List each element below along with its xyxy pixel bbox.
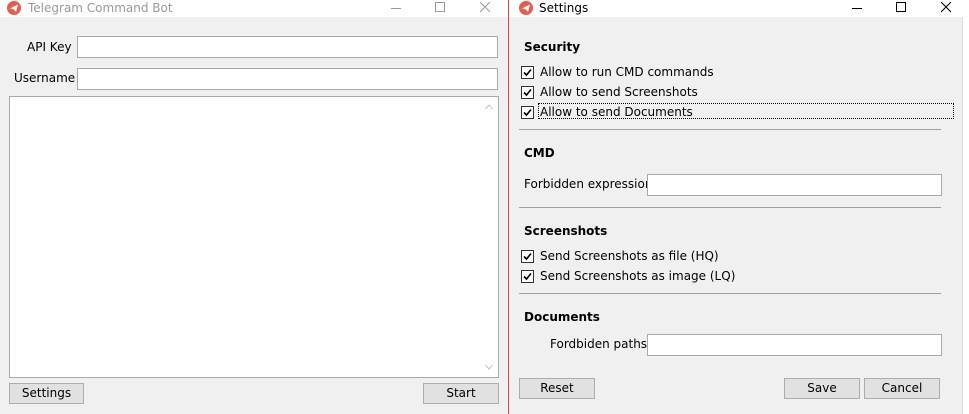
forbidden-expressions-label: Forbidden expressions: [524, 177, 659, 191]
checkmark-icon: [523, 68, 532, 77]
minimize-button[interactable]: [381, 0, 411, 17]
minimize-button[interactable]: [842, 0, 872, 17]
minimize-icon: [852, 8, 862, 9]
main-window: Telegram Command Bot API Key Username Se…: [0, 0, 508, 414]
scroll-down-icon[interactable]: [485, 364, 493, 370]
documents-heading: Documents: [524, 310, 600, 324]
close-button[interactable]: [931, 0, 961, 17]
send-screenshots-label: Allow to send Screenshots: [540, 85, 698, 99]
checkmark-icon: [523, 88, 532, 97]
checkmark-icon: [523, 108, 532, 117]
settings-titlebar[interactable]: Settings: [509, 0, 969, 17]
main-titlebar[interactable]: Telegram Command Bot: [0, 0, 508, 17]
maximize-button[interactable]: [425, 0, 455, 17]
close-icon: [941, 2, 951, 13]
telegram-icon: [519, 1, 533, 15]
settings-window-title: Settings: [539, 1, 589, 15]
checkmark-icon: [523, 252, 532, 261]
cancel-button[interactable]: Cancel: [864, 378, 940, 399]
api-key-label: API Key: [27, 40, 72, 54]
security-heading: Security: [524, 40, 581, 54]
screenshots-file-label: Send Screenshots as file (HQ): [540, 249, 719, 263]
send-documents-checkbox[interactable]: [521, 106, 534, 119]
cmd-heading: CMD: [524, 146, 555, 160]
start-button[interactable]: Start: [423, 383, 499, 404]
send-screenshots-checkbox[interactable]: [521, 86, 534, 99]
settings-scrollbar[interactable]: [962, 17, 969, 414]
close-button[interactable]: [470, 0, 500, 17]
settings-button[interactable]: Settings: [9, 383, 84, 404]
forbidden-paths-label: Fordbiden paths: [550, 337, 648, 351]
log-textarea[interactable]: [9, 96, 499, 378]
settings-window: Settings Security Allow to run CMD comma…: [508, 0, 969, 414]
reset-button[interactable]: Reset: [519, 378, 595, 399]
close-icon: [480, 2, 490, 13]
main-window-title: Telegram Command Bot: [28, 1, 173, 15]
forbidden-paths-input[interactable]: [647, 334, 942, 356]
run-cmd-label: Allow to run CMD commands: [540, 65, 714, 79]
send-documents-label: Allow to send Documents: [540, 105, 693, 119]
forbidden-expressions-input[interactable]: [647, 174, 942, 196]
username-label: Username: [14, 71, 76, 85]
run-cmd-checkbox[interactable]: [521, 66, 534, 79]
separator: [519, 293, 941, 294]
minimize-icon: [391, 8, 401, 9]
username-input[interactable]: [77, 68, 498, 90]
separator: [519, 129, 941, 130]
screenshots-file-checkbox[interactable]: [521, 250, 534, 263]
separator: [519, 207, 941, 208]
screenshots-heading: Screenshots: [524, 224, 608, 238]
maximize-icon: [896, 2, 906, 12]
checkmark-icon: [523, 272, 532, 281]
screenshots-image-label: Send Screenshots as image (LQ): [540, 269, 736, 283]
maximize-button[interactable]: [886, 0, 916, 17]
screenshots-image-checkbox[interactable]: [521, 270, 534, 283]
telegram-icon: [7, 1, 21, 15]
maximize-icon: [435, 2, 445, 12]
save-button[interactable]: Save: [784, 378, 860, 399]
log-scrollbar[interactable]: [481, 98, 497, 376]
api-key-input[interactable]: [77, 36, 498, 58]
scroll-up-icon[interactable]: [485, 104, 493, 110]
